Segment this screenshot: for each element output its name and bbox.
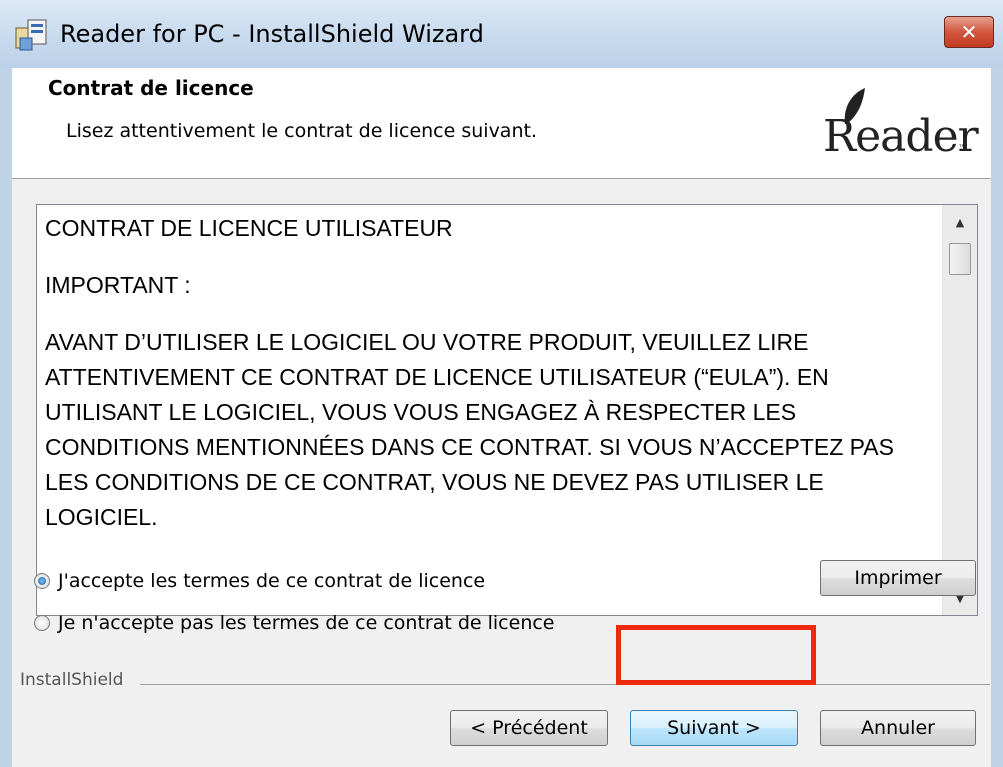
installshield-group-label: InstallShield [20,670,124,690]
installer-window: Reader for PC - InstallShield Wizard ✕ C… [0,0,1003,767]
vertical-scrollbar[interactable]: ▲ ▼ [942,205,977,615]
window-title: Reader for PC - InstallShield Wizard [60,20,484,48]
license-paragraph: IMPORTANT : [45,272,191,298]
close-button[interactable]: ✕ [944,16,994,48]
scroll-thumb[interactable] [949,243,971,275]
scroll-up-arrow-icon[interactable]: ▲ [943,205,977,239]
installer-app-icon [15,19,47,51]
license-paragraph: CONTRAT DE LICENCE UTILISATEUR [45,215,453,241]
accept-radio[interactable] [34,573,50,589]
cancel-button[interactable]: Annuler [820,710,976,746]
logo-wordmark: Reader [823,111,979,162]
license-paragraph: AVANT D’UTILISER LE LOGICIEL OU VOTRE PR… [45,329,894,530]
decline-option[interactable]: Je n'accepte pas les termes de ce contra… [34,612,555,634]
accept-label[interactable]: J'accepte les termes de ce contrat de li… [58,570,485,592]
license-text: CONTRAT DE LICENCE UTILISATEUR IMPORTANT… [45,211,935,557]
accept-option[interactable]: J'accepte les termes de ce contrat de li… [34,570,485,592]
reader-logo: Reader ™ [823,86,979,166]
footer-divider [140,684,990,685]
wizard-client-area: Contrat de licence Lisez attentivement l… [12,68,991,767]
wizard-header: Contrat de licence Lisez attentivement l… [12,68,991,179]
next-button-highlight [616,625,816,685]
license-textbox[interactable]: CONTRAT DE LICENCE UTILISATEUR IMPORTANT… [36,204,978,616]
back-button[interactable]: < Précédent [450,710,608,746]
page-subtitle: Lisez attentivement le contrat de licenc… [66,120,537,142]
title-bar[interactable]: Reader for PC - InstallShield Wizard ✕ [0,0,1003,68]
logo-trademark: ™ [958,144,967,154]
next-button[interactable]: Suivant > [630,710,798,746]
print-button[interactable]: Imprimer [820,560,976,596]
decline-label[interactable]: Je n'accepte pas les termes de ce contra… [58,612,555,634]
decline-radio[interactable] [34,615,50,631]
page-title: Contrat de licence [48,76,254,100]
